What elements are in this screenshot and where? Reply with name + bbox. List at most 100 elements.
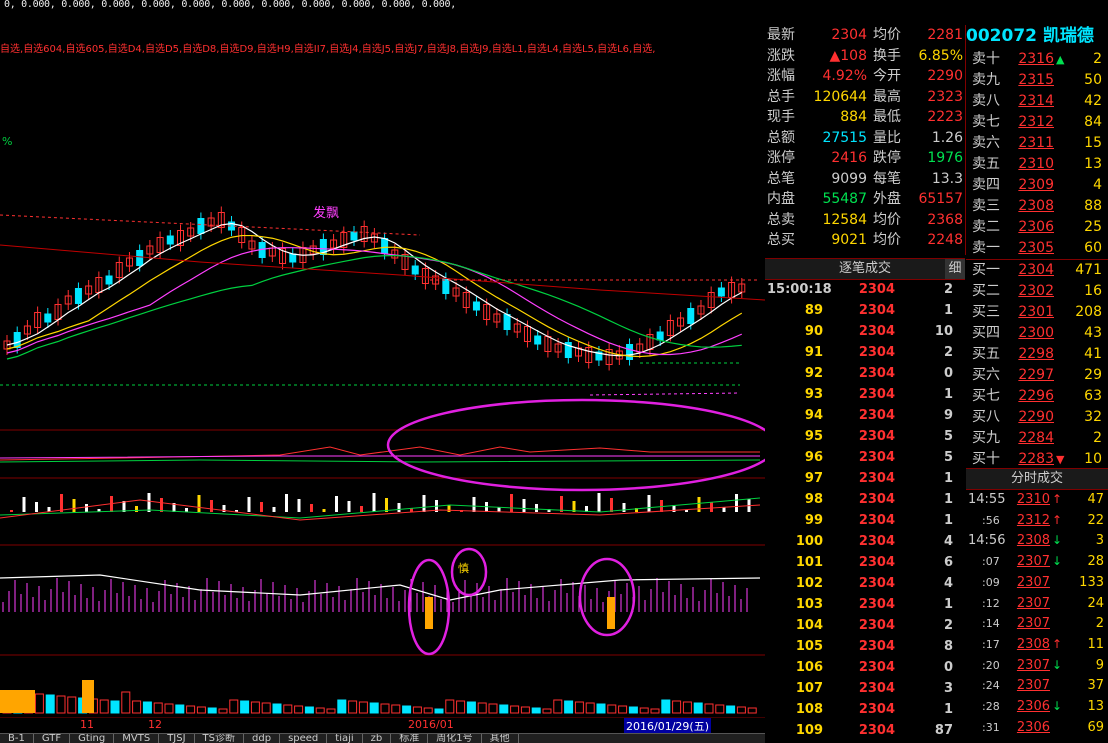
bid-volume: 29 xyxy=(1084,367,1102,383)
trade-price: 2304 xyxy=(858,639,895,654)
quote-value: 2281 xyxy=(927,27,963,43)
ma-line-magenta xyxy=(6,247,743,356)
indicator-tab[interactable]: ddp xyxy=(244,734,281,743)
quote-value: 4.92% xyxy=(822,68,867,84)
quote-value: 884 xyxy=(840,109,867,125)
volume-bar xyxy=(488,703,498,714)
indicator-tabs[interactable]: B-1 GTF Gting MVTS TJSJ TS诊断 ddp speed tiaji zb 标准… xyxy=(0,733,765,743)
candle-body xyxy=(136,250,144,266)
trade-row: 100 2304 4 xyxy=(765,531,965,552)
volume-bar xyxy=(477,702,487,714)
volume-bar xyxy=(229,699,239,714)
ask-volume: 2 xyxy=(1093,51,1102,67)
trade-index: 90 xyxy=(804,324,823,339)
indicator-tab[interactable]: zb xyxy=(363,734,392,743)
volume-bar xyxy=(542,708,552,714)
tick-arrow-icon: ↓ xyxy=(1052,657,1063,672)
indicator-tab[interactable]: TS诊断 xyxy=(195,734,245,743)
axis-month-11: 11 xyxy=(80,718,94,731)
indicator-tab[interactable]: 标准 xyxy=(391,734,429,743)
quote-label: 最高 xyxy=(873,88,901,105)
ask-label: 卖四 xyxy=(972,177,1000,193)
volume-bar xyxy=(196,706,206,714)
volume-bar xyxy=(423,707,433,714)
indicator-bar xyxy=(372,493,376,512)
detail-toggle-button[interactable]: 细 xyxy=(945,259,965,279)
signal-line xyxy=(0,459,761,463)
tick-row: 14:56 2308 ↓ 3 xyxy=(966,530,1108,551)
indicator-tab[interactable]: 周化1号 xyxy=(428,734,482,743)
axis-month-2016: 2016/01 xyxy=(408,718,454,731)
quote-label: 均价 xyxy=(873,211,901,228)
trade-volume: 4 xyxy=(943,534,953,549)
indicator-tab[interactable]: MVTS xyxy=(114,734,160,743)
indicator-tab[interactable]: Gting xyxy=(70,734,115,743)
quote-label: 总卖 xyxy=(767,211,795,228)
quote-label: 现手 xyxy=(767,109,795,125)
tick-row: :31 2306 69 xyxy=(966,717,1108,738)
tick-row: :20 2307 ↓ 9 xyxy=(966,655,1108,676)
ask-label: 卖二 xyxy=(972,219,1000,235)
ask-label: 卖六 xyxy=(972,135,1000,151)
candle-body xyxy=(503,314,511,330)
volume-bar xyxy=(682,701,692,714)
indicator-tab[interactable]: tiaji xyxy=(327,734,363,743)
volume-bar xyxy=(186,705,196,714)
quote-value: 120644 xyxy=(813,88,867,105)
quote-value: 9099 xyxy=(831,170,867,187)
tick-volume: 24 xyxy=(1087,595,1104,611)
tick-arrow-icon: ↓ xyxy=(1052,533,1063,548)
trade-price: 2304 xyxy=(858,618,895,633)
ask-price: 2306 xyxy=(1018,219,1054,235)
bid-volume: 2 xyxy=(1093,430,1102,446)
tick-price: 2307 xyxy=(1016,657,1050,673)
trade-row: 101 2304 6 xyxy=(765,552,965,573)
indicator-tab[interactable]: speed xyxy=(280,734,328,743)
ask-price: 2315 xyxy=(1018,72,1054,88)
indicator-tab[interactable]: B-1 xyxy=(0,734,34,743)
quote-value: 13.3 xyxy=(931,170,963,187)
volume-bar xyxy=(250,701,260,714)
volume-bar xyxy=(650,708,660,714)
quote-label: 涨跌 xyxy=(767,47,795,64)
indicator-bar xyxy=(510,494,513,512)
tick-price: 2306 xyxy=(1016,719,1050,735)
trade-volume: 1 xyxy=(943,387,953,402)
quote-value: 12584 xyxy=(822,211,867,228)
volume-bar xyxy=(110,700,120,714)
quote-value: 2304 xyxy=(831,27,867,43)
volume-bar xyxy=(391,704,401,714)
chart-canvas[interactable] xyxy=(0,0,765,718)
kline-chart-area[interactable]: 0, 0.000, 0.000, 0.000, 0.000, 0.000, 0.… xyxy=(0,0,765,743)
bid-volume: 471 xyxy=(1075,262,1102,278)
indicator-bar xyxy=(522,499,526,512)
quote-value: 65157 xyxy=(918,191,963,207)
trade-row: 108 2304 1 xyxy=(765,699,965,720)
tick-row: :12 2307 24 xyxy=(966,593,1108,614)
trade-volume: 0 xyxy=(943,660,953,675)
trade-row: 96 2304 5 xyxy=(765,447,965,468)
trade-volume: 1 xyxy=(943,513,953,528)
indicator-bar xyxy=(60,494,63,512)
indicator-tab[interactable]: 其他 xyxy=(482,734,519,743)
trade-price: 2304 xyxy=(858,429,895,444)
bid-label: 买四 xyxy=(972,325,1000,341)
indicator-tab[interactable]: TJSJ xyxy=(159,734,195,743)
trade-volume: 8 xyxy=(943,639,953,654)
volume-bar xyxy=(240,700,250,714)
tick-volume: 9 xyxy=(1095,657,1104,673)
trade-price: 2304 xyxy=(858,723,895,738)
quote-label: 均价 xyxy=(873,27,901,43)
quote-panel: 最新 2304 均价 2281 涨跌 ▲108 换手 6.85% 涨幅 4.92% 今开 2290 总手… xyxy=(765,25,966,255)
indicator-bar xyxy=(360,506,363,512)
ask-label: 卖三 xyxy=(972,198,1000,214)
candle-body xyxy=(105,275,113,285)
volume-bar xyxy=(553,699,563,714)
quote-row: 总手 120644 最高 2323 xyxy=(765,87,965,108)
signal-line xyxy=(0,446,760,461)
ask-price: 2314 xyxy=(1018,93,1054,109)
indicator-bar xyxy=(347,501,351,512)
bid-label: 买八 xyxy=(972,409,1000,425)
indicator-tab[interactable]: GTF xyxy=(34,734,71,743)
ask-row: 卖十 2316 ▲ 2 xyxy=(966,49,1108,70)
